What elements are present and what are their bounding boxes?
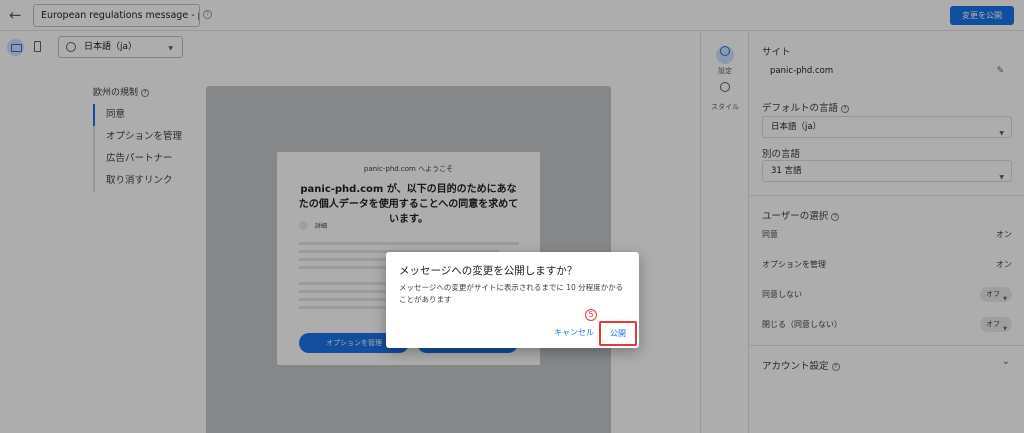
app-window: ← European regulations message - panic-p… (0, 0, 1024, 433)
dialog-title: メッセージへの変更を公開しますか？ (399, 265, 578, 277)
dialog-body: メッセージへの変更がサイトに表示されるまでに 10 分程度かかることがあります (399, 283, 624, 304)
step-number-badge: 5 (585, 309, 597, 321)
cancel-button[interactable]: キャンセル (554, 327, 594, 338)
modal-scrim (0, 0, 1024, 433)
publish-confirm-dialog: メッセージへの変更を公開しますか？ メッセージへの変更がサイトに表示されるまでに… (386, 252, 639, 348)
confirm-publish-button[interactable]: 公開 (599, 321, 637, 346)
